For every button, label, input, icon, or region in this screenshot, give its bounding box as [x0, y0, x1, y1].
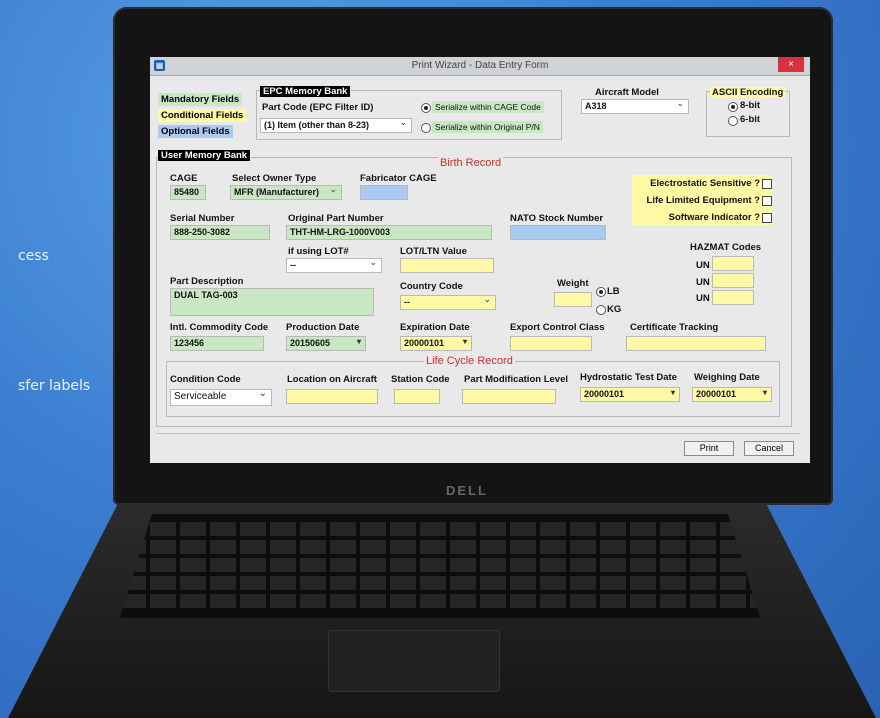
laptop-keyboard [120, 514, 760, 618]
ascii-encoding-title: ASCII Encoding [710, 87, 786, 98]
lot-ltn-field[interactable] [400, 258, 494, 273]
owner-type-label: Select Owner Type [232, 173, 317, 184]
ascii-8bit-radio[interactable] [728, 102, 738, 112]
user-memory-bank-title: User Memory Bank [158, 150, 251, 161]
epc-memory-bank-title: EPC Memory Bank [260, 86, 351, 97]
ascii-6bit-label: 6-bit [740, 114, 761, 125]
legend-mandatory: Mandatory Fields [158, 93, 243, 106]
hazmat-field-2[interactable] [712, 273, 754, 288]
app-window: ▦ Print Wizard - Data Entry Form × Manda… [150, 57, 810, 463]
hazmat-field-3[interactable] [712, 290, 754, 305]
weight-field[interactable] [554, 292, 592, 307]
original-part-number-field[interactable]: THT-HM-LRG-1000V003 [286, 225, 492, 240]
intl-commodity-code-field[interactable]: 123456 [170, 336, 264, 351]
ascii-8bit-label: 8-bit [740, 100, 761, 111]
electrostatic-label: Electrostatic Sensitive ? [650, 178, 760, 189]
part-description-field[interactable]: DUAL TAG-003 [170, 288, 374, 316]
background-text-2: sfer labels [18, 378, 91, 394]
country-code-select[interactable]: -- [400, 294, 496, 310]
condition-code-select[interactable]: Serviceable [170, 388, 272, 406]
part-description-label: Part Description [170, 276, 244, 287]
laptop-brand-logo: DELL [446, 483, 488, 498]
software-indicator-checkbox[interactable] [762, 213, 772, 223]
export-control-class-field[interactable] [510, 336, 592, 351]
hazmat-field-1[interactable] [712, 256, 754, 271]
life-cycle-record-title: Life Cycle Record [424, 355, 515, 367]
nato-stock-number-field[interactable] [510, 225, 606, 240]
original-part-number-label: Original Part Number [288, 213, 384, 224]
weight-label: Weight [557, 278, 589, 289]
location-on-aircraft-label: Location on Aircraft [287, 374, 377, 385]
certificate-tracking-field[interactable] [626, 336, 766, 351]
hazmat-un-label-2: UN [696, 277, 710, 288]
electrostatic-checkbox[interactable] [762, 179, 772, 189]
hazmat-un-label-1: UN [696, 260, 710, 271]
lot-ltn-label: LOT/LTN Value [400, 246, 467, 257]
station-code-field[interactable] [394, 389, 440, 404]
weight-kg-radio[interactable] [596, 305, 606, 315]
background-text-1: cess [18, 248, 49, 264]
part-modification-level-label: Part Modification Level [464, 374, 568, 385]
cage-field[interactable]: 85480 [170, 185, 206, 200]
location-on-aircraft-field[interactable] [286, 389, 378, 404]
title-bar: ▦ Print Wizard - Data Entry Form × [150, 57, 810, 76]
condition-code-label: Condition Code [170, 374, 241, 385]
hydrostatic-test-date-picker[interactable]: 20000101 [580, 387, 680, 402]
expiration-date-label: Expiration Date [400, 322, 470, 333]
hazmat-un-label-3: UN [696, 293, 710, 304]
hazmat-codes-label: HAZMAT Codes [690, 242, 762, 253]
export-control-class-label: Export Control Class [510, 322, 605, 333]
aircraft-model-select[interactable]: A318 [581, 98, 689, 114]
cage-label: CAGE [170, 173, 198, 184]
serialize-pn-label: Serialize within Original P/N [432, 121, 543, 133]
weighing-date-label: Weighing Date [694, 372, 760, 383]
weight-lb-radio[interactable] [596, 287, 606, 297]
legend-optional: Optional Fields [158, 125, 233, 138]
aircraft-model-label: Aircraft Model [595, 87, 659, 98]
part-code-select[interactable]: (1) Item (other than 8-23) [260, 117, 412, 133]
serialize-pn-radio[interactable] [421, 123, 431, 133]
certificate-tracking-label: Certificate Tracking [630, 322, 719, 333]
footer-divider [156, 433, 800, 434]
station-code-label: Station Code [391, 374, 450, 385]
ascii-6bit-radio[interactable] [728, 116, 738, 126]
fabricator-cage-field[interactable] [360, 185, 408, 200]
production-date-picker[interactable]: 20150605 [286, 336, 366, 351]
lot-usage-label: if using LOT# [288, 246, 349, 257]
close-button[interactable]: × [778, 57, 804, 72]
nato-stock-number-label: NATO Stock Number [510, 213, 604, 224]
intl-commodity-code-label: Intl. Commodity Code [170, 322, 269, 333]
weight-kg-label: KG [607, 304, 622, 315]
print-button[interactable]: Print [684, 441, 734, 456]
owner-type-select[interactable]: MFR (Manufacturer) [230, 184, 342, 200]
country-code-label: Country Code [400, 281, 463, 292]
serial-number-field[interactable]: 888-250-3082 [170, 225, 270, 240]
cancel-button[interactable]: Cancel [744, 441, 794, 456]
life-limited-label: Life Limited Equipment ? [646, 195, 760, 206]
life-limited-checkbox[interactable] [762, 196, 772, 206]
software-indicator-label: Software Indicator ? [668, 212, 760, 223]
production-date-label: Production Date [286, 322, 360, 333]
legend-conditional: Conditional Fields [158, 109, 247, 122]
serialize-cage-label: Serialize within CAGE Code [432, 101, 544, 113]
birth-record-title: Birth Record [438, 157, 504, 169]
lot-usage-select[interactable]: -- [286, 257, 382, 273]
fabricator-cage-label: Fabricator CAGE [360, 173, 437, 184]
weight-lb-label: LB [607, 286, 620, 297]
window-title: Print Wizard - Data Entry Form [411, 60, 549, 71]
laptop-touchpad [328, 630, 500, 692]
serialize-cage-radio[interactable] [421, 103, 431, 113]
part-modification-level-field[interactable] [462, 389, 556, 404]
serial-number-label: Serial Number [170, 213, 235, 224]
expiration-date-picker[interactable]: 20000101 [400, 336, 472, 351]
weighing-date-picker[interactable]: 20000101 [692, 387, 772, 402]
hydrostatic-test-date-label: Hydrostatic Test Date [580, 372, 677, 383]
part-code-label: Part Code (EPC Filter ID) [262, 102, 374, 113]
